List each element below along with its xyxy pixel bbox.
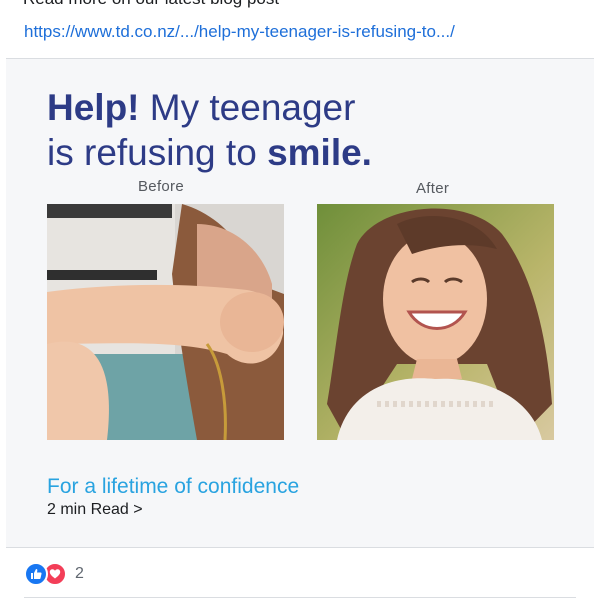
headline-rest-1: My teenager: [139, 87, 356, 128]
after-photo: [317, 204, 554, 440]
card-tagline[interactable]: For a lifetime of confidence: [47, 475, 299, 499]
like-icon: [24, 562, 48, 586]
reaction-summary[interactable]: 2: [24, 562, 84, 586]
link-preview-card[interactable]: Help! My teenager is refusing to smile. …: [6, 58, 594, 548]
post-text: Read more on our latest blog post: [23, 0, 279, 9]
reaction-count: 2: [75, 565, 84, 582]
headline-strong-1: Help!: [47, 87, 140, 128]
before-photo: [47, 204, 284, 440]
post-link[interactable]: https://www.td.co.nz/.../help-my-teenage…: [24, 22, 455, 42]
headline-strong-2: smile.: [267, 132, 372, 173]
read-time-link[interactable]: 2 min Read >: [47, 501, 143, 519]
divider: [24, 597, 576, 598]
before-label: Before: [138, 178, 184, 195]
after-label: After: [416, 180, 450, 197]
card-headline: Help! My teenager is refusing to smile.: [47, 85, 372, 175]
headline-rest-2: is refusing to: [47, 132, 268, 173]
